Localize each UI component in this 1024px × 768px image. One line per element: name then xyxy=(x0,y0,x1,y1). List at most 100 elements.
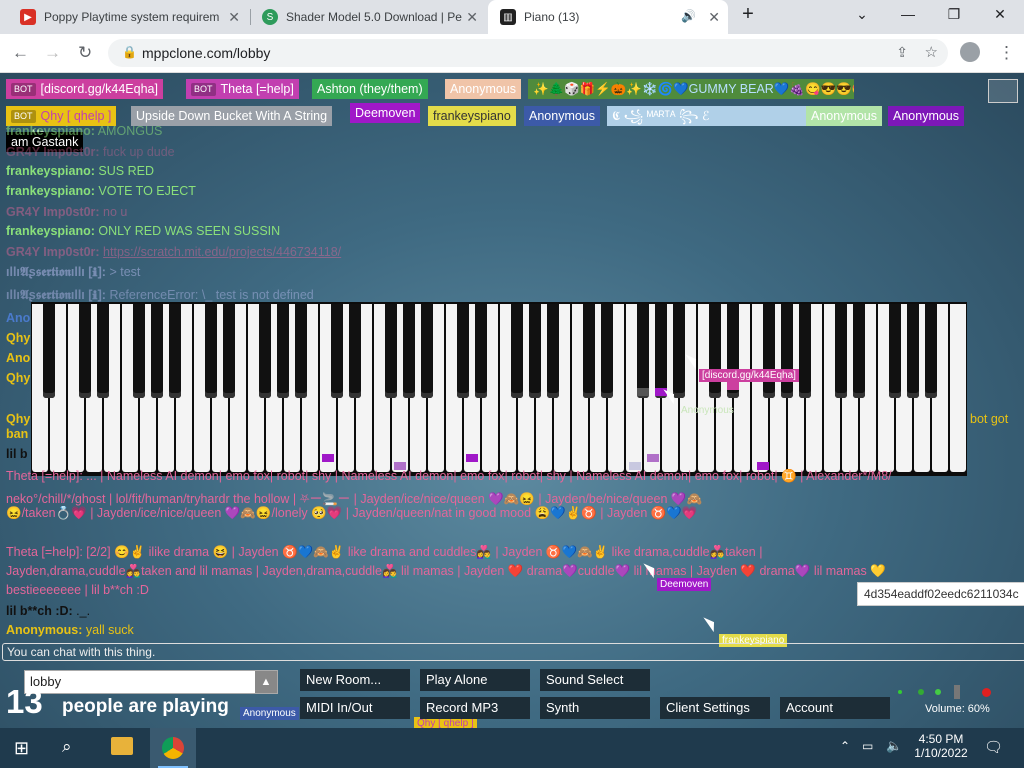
black-key[interactable] xyxy=(43,304,55,398)
black-key[interactable] xyxy=(799,304,811,398)
chevron-up-icon[interactable]: ▲ xyxy=(255,671,277,693)
new-room-button[interactable]: New Room... xyxy=(300,669,410,691)
black-key[interactable] xyxy=(97,304,109,398)
tab-piano[interactable]: ▥ Piano (13) 🔊 ✕ xyxy=(488,0,728,34)
volume-label: Volume: 60% xyxy=(925,703,990,715)
new-tab-button[interactable]: + xyxy=(734,3,762,25)
black-key[interactable] xyxy=(763,304,775,398)
black-key[interactable] xyxy=(385,304,397,398)
black-key[interactable] xyxy=(205,304,217,398)
minimize-icon[interactable]: — xyxy=(894,6,922,28)
tab-title: Piano (13) xyxy=(524,10,580,24)
menu-kebab-icon[interactable]: ⋮ xyxy=(998,43,1015,63)
account-button[interactable]: Account xyxy=(780,697,890,719)
chat-link[interactable]: https://scratch.mit.edu/projects/4467341… xyxy=(103,245,341,259)
user-badge[interactable]: frankeyspiano xyxy=(428,106,516,126)
network-icon[interactable]: ▭ xyxy=(862,739,873,753)
user-badge[interactable]: Ashton (they/them) xyxy=(312,79,428,99)
black-key[interactable] xyxy=(547,304,559,398)
forward-arrow-icon[interactable]: → xyxy=(44,43,61,63)
user-badge[interactable]: 𝕮 ꧁ ᴹᴬᴿᵀᴬ ꧂ ℰ xyxy=(607,106,807,126)
speaker-icon[interactable]: 🔊 xyxy=(681,9,696,23)
black-key[interactable] xyxy=(403,304,415,398)
black-key[interactable] xyxy=(133,304,145,398)
windows-start-icon[interactable]: ⊞ xyxy=(14,738,29,759)
black-key[interactable] xyxy=(331,304,343,398)
tab-poppy-playtime[interactable]: ▶ Poppy Playtime system requirem ✕ xyxy=(8,0,248,34)
close-icon[interactable]: ✕ xyxy=(708,9,720,26)
chat-line: neko°/chill/*/ghost | lol/fit/human/tryh… xyxy=(6,492,703,506)
black-key[interactable] xyxy=(295,304,307,398)
black-key[interactable] xyxy=(529,304,541,398)
file-explorer-icon[interactable] xyxy=(111,737,133,755)
url-text[interactable]: mppclone.com/lobby xyxy=(142,45,270,61)
search-icon[interactable]: ⌕ xyxy=(62,737,72,757)
user-badge[interactable]: ✨🌲🎲🎁⚡🎃✨❄️🌀💙GUMMY BEAR💙🍇😋😎😎😍 xyxy=(528,79,854,99)
black-key[interactable] xyxy=(457,304,469,398)
black-key[interactable] xyxy=(421,304,433,398)
user-badge[interactable]: Anonymous xyxy=(524,106,601,126)
volume-knob[interactable] xyxy=(954,685,960,699)
black-key[interactable] xyxy=(781,304,793,398)
black-key[interactable] xyxy=(835,304,847,398)
chrome-taskbar-button[interactable] xyxy=(150,728,196,768)
window-close-icon[interactable]: ✕ xyxy=(986,6,1014,28)
restore-icon[interactable]: ❐ xyxy=(940,6,968,28)
back-arrow-icon[interactable]: ← xyxy=(12,43,29,63)
sound-select-button[interactable]: Sound Select xyxy=(540,669,650,691)
notifications-icon[interactable]: 🗨 xyxy=(984,738,1003,756)
black-key[interactable] xyxy=(889,304,901,398)
white-key[interactable] xyxy=(950,304,966,472)
black-key[interactable] xyxy=(151,304,163,398)
black-key[interactable] xyxy=(475,304,487,398)
black-key[interactable] xyxy=(169,304,181,398)
user-badge[interactable]: Upside Down Bucket With A String xyxy=(131,106,333,126)
reload-icon[interactable]: ↻ xyxy=(78,43,92,63)
chat-input-hint[interactable]: You can chat with this thing. xyxy=(2,643,1024,661)
user-badge[interactable]: BOT Theta [=help] xyxy=(186,79,299,99)
tab-shader-model[interactable]: S Shader Model 5.0 Download | Pe ✕ xyxy=(250,0,486,34)
client-settings-button[interactable]: Client Settings xyxy=(660,697,770,719)
black-key[interactable] xyxy=(853,304,865,398)
piano-keyboard[interactable] xyxy=(31,302,967,476)
profile-avatar-icon[interactable] xyxy=(960,42,980,62)
room-selector[interactable]: lobby ▲ xyxy=(24,670,278,694)
black-key[interactable] xyxy=(349,304,361,398)
user-badge[interactable]: Anonymous xyxy=(445,79,522,99)
black-key[interactable] xyxy=(673,304,685,398)
black-key[interactable] xyxy=(907,304,919,398)
black-key[interactable] xyxy=(583,304,595,398)
share-icon[interactable]: ⇪ xyxy=(896,44,908,61)
black-key[interactable] xyxy=(637,304,649,398)
black-key[interactable] xyxy=(511,304,523,398)
user-badge[interactable]: BOT [discord.gg/k44Eqha] xyxy=(6,79,163,99)
play-alone-button[interactable]: Play Alone xyxy=(420,669,530,691)
black-key[interactable] xyxy=(223,304,235,398)
record-mp3-button[interactable]: Record MP3 xyxy=(420,697,530,719)
black-key[interactable] xyxy=(277,304,289,398)
black-key[interactable] xyxy=(259,304,271,398)
chat-fragment: ban xyxy=(6,427,29,441)
close-icon[interactable]: ✕ xyxy=(228,9,240,26)
close-icon[interactable]: ✕ xyxy=(466,9,478,26)
volume-mute-icon[interactable]: 🔈 xyxy=(886,738,902,754)
black-key[interactable] xyxy=(601,304,613,398)
chevron-down-icon[interactable]: ⌄ xyxy=(848,6,876,28)
user-badge[interactable]: Deemoven xyxy=(350,103,421,123)
black-key[interactable] xyxy=(709,304,721,398)
user-badge[interactable]: BOT Qhy [ qhelp ] xyxy=(6,106,117,126)
user-badge[interactable]: Anonymous xyxy=(806,106,883,126)
chat-fragment: Qhy xyxy=(6,331,31,345)
chevron-up-icon[interactable]: ⌃ xyxy=(840,739,850,753)
address-bar[interactable]: 🔒 mppclone.com/lobby ⇪ ☆ xyxy=(108,39,948,67)
black-key[interactable] xyxy=(925,304,937,398)
chat-message: ReferenceError: \_ test is not defined xyxy=(109,288,314,302)
clock[interactable]: 4:50 PM 1/10/2022 xyxy=(914,732,968,760)
black-key[interactable] xyxy=(655,304,667,398)
star-icon[interactable]: ☆ xyxy=(925,43,938,61)
black-key[interactable] xyxy=(79,304,91,398)
user-badge[interactable]: Anonymous xyxy=(888,106,965,126)
midi-button[interactable]: MIDI In/Out xyxy=(300,697,410,719)
settings-corner-button[interactable] xyxy=(988,79,1018,103)
synth-button[interactable]: Synth xyxy=(540,697,650,719)
